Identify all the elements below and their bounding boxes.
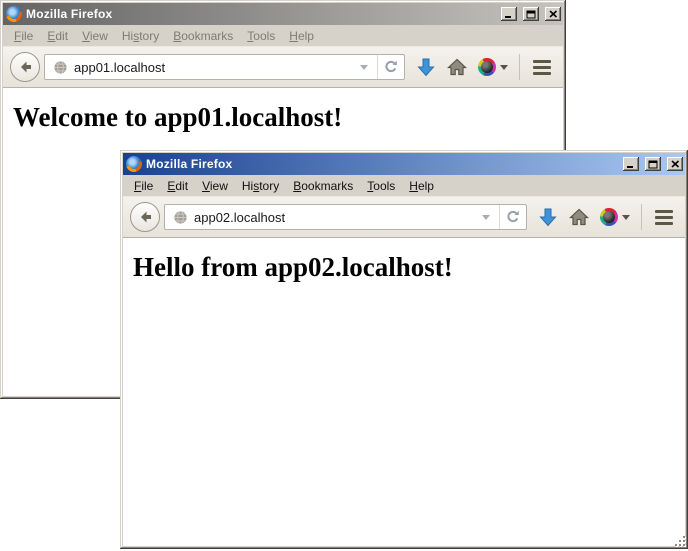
menu-bar: File Edit View History Bookmarks Tools H…	[123, 175, 685, 196]
menu-item-view[interactable]: View	[75, 27, 115, 45]
url-bar[interactable]: app01.localhost	[44, 54, 405, 80]
dropdown-triangle-icon	[482, 215, 490, 220]
menu-label-part: ookmarks	[301, 179, 353, 193]
resize-grip[interactable]	[673, 534, 686, 547]
menu-label-part: tory	[259, 179, 279, 193]
menu-label-part: V	[82, 29, 90, 43]
url-history-dropdown[interactable]	[479, 209, 493, 226]
menu-item-file[interactable]: File	[7, 27, 40, 45]
addon-button[interactable]	[600, 208, 630, 226]
browser-window-app02: Mozilla Firefox File Edit View History B…	[120, 150, 688, 549]
url-text: app01.localhost	[74, 60, 165, 75]
title-bar[interactable]: Mozilla Firefox	[3, 3, 563, 25]
back-arrow-icon	[137, 209, 153, 225]
window-title: Mozilla Firefox	[26, 7, 112, 21]
navigation-toolbar: app01.localhost	[3, 46, 563, 88]
reload-button[interactable]	[377, 55, 404, 79]
menu-label-part: iew	[90, 29, 108, 43]
reload-icon	[506, 210, 520, 224]
menu-label-part: Hi	[242, 179, 253, 193]
menu-label-part: H	[289, 29, 298, 43]
menu-item-help[interactable]: Help	[282, 27, 321, 45]
hamburger-bar	[533, 66, 551, 69]
globe-icon[interactable]	[53, 60, 68, 75]
url-history-dropdown[interactable]	[357, 59, 371, 76]
back-button[interactable]	[130, 202, 160, 232]
maximize-button[interactable]	[645, 157, 661, 171]
open-menu-button[interactable]	[531, 58, 553, 77]
open-menu-button[interactable]	[653, 208, 675, 227]
back-arrow-icon	[17, 59, 33, 75]
hamburger-bar	[533, 72, 551, 75]
menu-item-help[interactable]: Help	[402, 177, 441, 195]
menu-label-part: iew	[210, 179, 228, 193]
hamburger-bar	[655, 210, 673, 213]
menu-bar: File Edit View History Bookmarks Tools H…	[3, 25, 563, 46]
menu-item-bookmarks[interactable]: Bookmarks	[166, 27, 240, 45]
close-button[interactable]	[667, 157, 683, 171]
reload-icon	[384, 60, 398, 74]
url-text: app02.localhost	[194, 210, 285, 225]
back-button[interactable]	[10, 52, 40, 82]
menu-item-edit[interactable]: Edit	[160, 177, 195, 195]
home-icon	[447, 58, 467, 76]
menu-label-part: elp	[298, 29, 314, 43]
title-bar[interactable]: Mozilla Firefox	[123, 153, 685, 175]
download-arrow-icon	[416, 57, 436, 78]
hamburger-bar	[655, 216, 673, 219]
page-heading: Hello from app02.localhost!	[133, 252, 685, 283]
download-arrow-icon	[538, 207, 558, 228]
addon-button[interactable]	[478, 58, 508, 76]
hamburger-bar	[533, 60, 551, 63]
hamburger-bar	[655, 222, 673, 225]
menu-label-part: tory	[139, 29, 159, 43]
firefox-logo-icon	[126, 156, 142, 172]
menu-item-bookmarks[interactable]: Bookmarks	[286, 177, 360, 195]
menu-item-tools[interactable]: Tools	[360, 177, 402, 195]
menu-label-part: V	[202, 179, 210, 193]
menu-label-part: elp	[418, 179, 434, 193]
home-button[interactable]	[569, 208, 589, 226]
maximize-button[interactable]	[523, 7, 539, 21]
menu-item-edit[interactable]: Edit	[40, 27, 75, 45]
window-title: Mozilla Firefox	[146, 157, 232, 171]
menu-item-tools[interactable]: Tools	[240, 27, 282, 45]
menu-label-part: ile	[21, 29, 33, 43]
menu-label-part: ools	[253, 29, 275, 43]
menu-item-file[interactable]: File	[127, 177, 160, 195]
menu-label-part: ookmarks	[181, 29, 233, 43]
page-heading: Welcome to app01.localhost!	[13, 102, 563, 133]
downloads-button[interactable]	[416, 57, 436, 78]
menu-label-part: dit	[55, 29, 68, 43]
page-content-app02: Hello from app02.localhost!	[123, 238, 685, 546]
reload-button[interactable]	[499, 205, 526, 229]
dropdown-triangle-icon	[360, 65, 368, 70]
addon-color-wheel-icon	[478, 58, 496, 76]
home-button[interactable]	[447, 58, 467, 76]
toolbar-separator	[519, 54, 520, 80]
home-icon	[569, 208, 589, 226]
minimize-button[interactable]	[623, 157, 639, 171]
navigation-toolbar: app02.localhost	[123, 196, 685, 238]
toolbar-separator	[641, 204, 642, 230]
globe-icon[interactable]	[173, 210, 188, 225]
minimize-button[interactable]	[501, 7, 517, 21]
menu-label-part: H	[409, 179, 418, 193]
menu-item-history[interactable]: History	[115, 27, 166, 45]
addon-color-wheel-icon	[600, 208, 618, 226]
menu-label-part: dit	[175, 179, 188, 193]
menu-label-part: ile	[141, 179, 153, 193]
firefox-logo-icon	[6, 6, 22, 22]
downloads-button[interactable]	[538, 207, 558, 228]
menu-label-part: ools	[373, 179, 395, 193]
close-button[interactable]	[545, 7, 561, 21]
menu-item-history[interactable]: History	[235, 177, 286, 195]
addon-dropdown-caret-icon	[500, 65, 508, 70]
menu-label-part: Hi	[122, 29, 133, 43]
menu-item-view[interactable]: View	[195, 177, 235, 195]
url-bar[interactable]: app02.localhost	[164, 204, 527, 230]
addon-dropdown-caret-icon	[622, 215, 630, 220]
